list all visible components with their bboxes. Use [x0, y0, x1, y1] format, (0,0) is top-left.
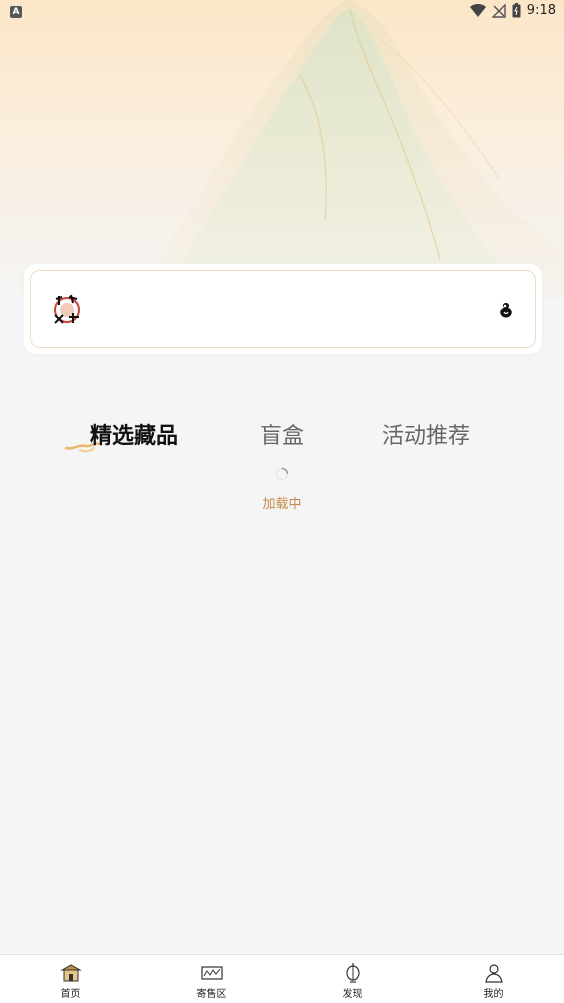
home-icon — [59, 964, 82, 982]
hero-background — [0, 0, 564, 300]
spinner-icon — [275, 467, 289, 481]
profile-icon — [484, 964, 503, 983]
status-right-group: 9:18 — [469, 3, 556, 18]
tab-blind-box[interactable]: 盲盒 — [260, 418, 304, 450]
brand-card-inner — [30, 270, 536, 348]
nav-consignment-label: 寄售区 — [196, 989, 227, 1000]
mountain-illustration — [150, 0, 564, 300]
wifi-icon — [469, 3, 486, 17]
brand-card[interactable] — [24, 264, 542, 354]
loading-indicator: 加载中 — [0, 466, 564, 512]
status-time: 9:18 — [526, 3, 556, 18]
nav-discover[interactable]: 发现 — [282, 955, 423, 1003]
nav-home-label: 首页 — [60, 989, 81, 1000]
category-tabs: 精选藏品 盲盒 活动推荐 — [0, 418, 564, 458]
bottom-navigation: 首页 寄售区 发现 我的 — [0, 954, 564, 1003]
nav-profile-label: 我的 — [483, 989, 504, 1000]
battery-icon — [512, 3, 521, 18]
gourd-icon[interactable] — [497, 301, 515, 319]
nav-consignment[interactable]: 寄售区 — [141, 955, 282, 1003]
app-notification-badge: A — [10, 6, 22, 18]
loading-text: 加载中 — [262, 497, 302, 512]
nav-discover-label: 发现 — [342, 989, 363, 1000]
status-bar: A 9:18 — [0, 0, 564, 24]
consignment-icon — [200, 966, 223, 980]
tab-featured-collections[interactable]: 精选藏品 — [90, 418, 178, 450]
nav-home[interactable]: 首页 — [0, 955, 141, 1003]
signal-icon — [491, 3, 506, 18]
brand-logo-icon — [54, 294, 80, 324]
nav-profile[interactable]: 我的 — [423, 955, 564, 1003]
tab-event-recommendations[interactable]: 活动推荐 — [382, 418, 470, 450]
lantern-icon — [345, 963, 360, 983]
